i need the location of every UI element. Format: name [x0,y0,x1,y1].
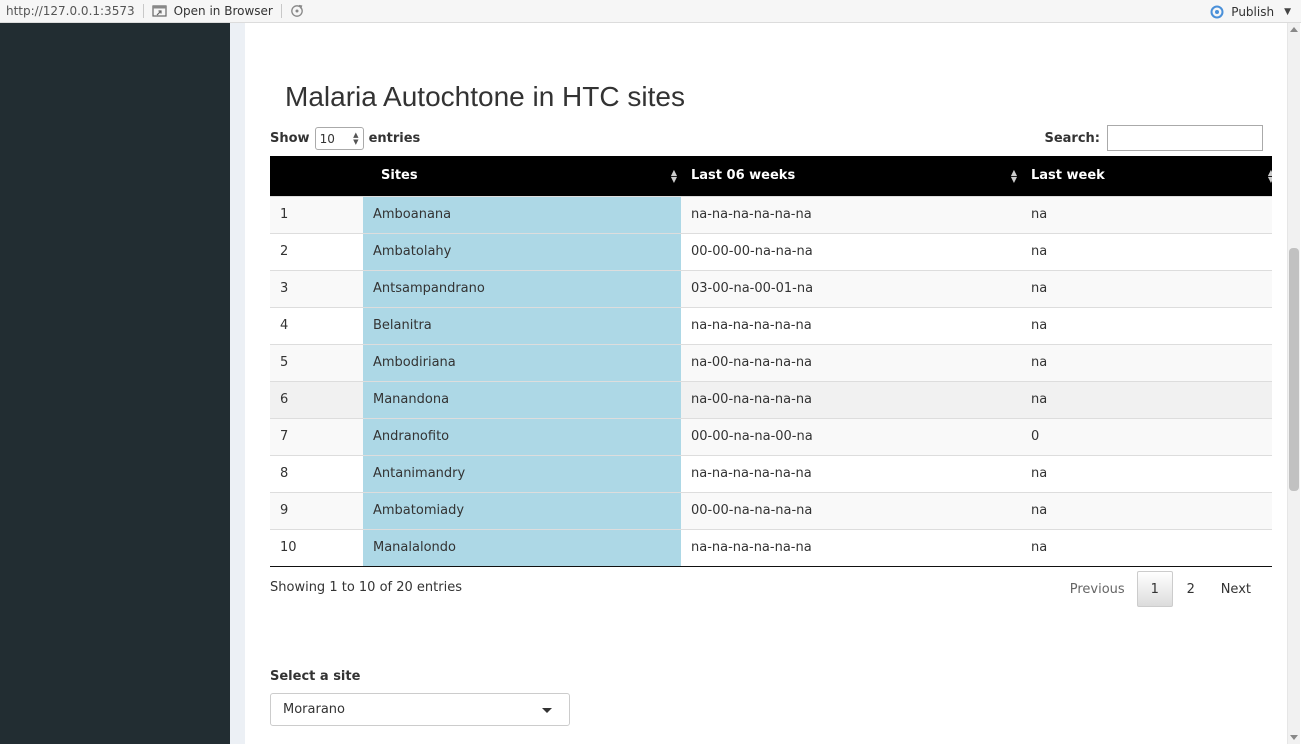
last-06-weeks-cell: 00-00-na-na-na-na [681,491,1021,529]
scrollbar-thumb[interactable] [1289,248,1299,491]
site-cell: Amboanana [363,195,681,233]
last-06-weeks-cell: na-na-na-na-na-na [681,454,1021,492]
publish-icon [1209,5,1225,19]
open-in-browser-label: Open in Browser [173,4,273,18]
open-in-browser-button[interactable]: Open in Browser [152,4,273,18]
row-index: 5 [270,343,363,381]
table-row[interactable]: 3 Antsampandrano 03-00-na-00-01-na na [270,269,1278,307]
page-2-button[interactable]: 2 [1173,571,1209,607]
last-week-cell: na [1021,306,1278,344]
last-week-cell: na [1021,343,1278,381]
url-text: http://127.0.0.1:3573 [6,4,135,18]
search-label: Search: [1044,130,1100,146]
toolbar-divider [142,4,144,18]
toolbar-divider [280,4,282,18]
refresh-button[interactable] [290,4,304,18]
viewer-toolbar: http://127.0.0.1:3573 Open in Browser Pu… [0,0,1301,23]
table-info: Showing 1 to 10 of 20 entries [270,580,462,595]
sort-icon: ▲ ▼ [670,168,677,184]
last-06-weeks-cell: 00-00-na-na-00-na [681,417,1021,455]
page-length-select[interactable]: 10 ▲ ▼ [314,127,364,150]
table-row[interactable]: 10 Manalalondo na-na-na-na-na-na na [270,528,1278,567]
page-1-button[interactable]: 1 [1136,571,1173,607]
table-header-row: Sites ▲ ▼ Last 06 weeks ▲ ▼ Last week ▲ ▼ [270,156,1278,196]
row-index: 3 [270,269,363,307]
site-cell: Manalalondo [363,528,681,567]
page-length-value: 10 [319,131,335,146]
last-week-cell: na [1021,380,1278,418]
table-row[interactable]: 9 Ambatomiady 00-00-na-na-na-na na [270,491,1278,529]
column-header-sites[interactable]: Sites ▲ ▼ [363,156,681,196]
last-06-weeks-cell: 00-00-00-na-na-na [681,232,1021,270]
page-length-control: Show 10 ▲ ▼ entries [270,127,420,150]
chevron-down-icon[interactable]: ▼ [1284,7,1291,17]
row-index: 9 [270,491,363,529]
table-row[interactable]: 1 Amboanana na-na-na-na-na-na na [270,195,1278,233]
row-index: 8 [270,454,363,492]
page-scrollbar-area [1272,23,1301,744]
last-week-cell: na [1021,528,1278,567]
page-title: Malaria Autochtone in HTC sites [285,81,685,112]
scroll-up-icon[interactable] [1290,27,1298,32]
table-row[interactable]: 7 Andranofito 00-00-na-na-00-na 0 [270,417,1278,455]
last-week-cell: na [1021,232,1278,270]
site-cell: Ambodiriana [363,343,681,381]
search-input[interactable] [1107,125,1263,151]
row-index: 4 [270,306,363,344]
sidebar [0,23,230,744]
row-index: 10 [270,528,363,567]
last-06-weeks-cell: na-na-na-na-na-na [681,306,1021,344]
last-06-weeks-cell: na-00-na-na-na-na [681,380,1021,418]
site-select[interactable]: Morarano [270,693,570,726]
refresh-icon [290,4,304,18]
entries-label: entries [368,131,421,146]
site-cell: Andranofito [363,417,681,455]
data-table: Sites ▲ ▼ Last 06 weeks ▲ ▼ Last week ▲ ▼ 1 Amb… [270,156,1278,567]
site-cell: Manandona [363,380,681,418]
row-index: 7 [270,417,363,455]
previous-page-button[interactable]: Previous [1058,571,1137,607]
row-index: 2 [270,232,363,270]
last-week-cell: na [1021,491,1278,529]
column-header-last-06-weeks[interactable]: Last 06 weeks ▲ ▼ [681,156,1021,196]
site-select-label: Select a site [270,669,361,684]
publish-label: Publish [1231,4,1275,19]
scroll-down-icon[interactable] [1290,735,1298,740]
spinner-icon: ▲ ▼ [353,131,359,146]
last-week-cell: na [1021,454,1278,492]
row-index: 6 [270,380,363,418]
last-06-weeks-cell: na-na-na-na-na-na [681,528,1021,567]
sort-icon: ▲ ▼ [1010,168,1017,184]
table-row[interactable]: 6 Manandona na-00-na-na-na-na na [270,380,1278,418]
scrollbar[interactable] [1287,23,1300,744]
table-row[interactable]: 5 Ambodiriana na-00-na-na-na-na na [270,343,1278,381]
table-row[interactable]: 4 Belanitra na-na-na-na-na-na na [270,306,1278,344]
last-06-weeks-cell: 03-00-na-00-01-na [681,269,1021,307]
table-row[interactable]: 8 Antanimandry na-na-na-na-na-na na [270,454,1278,492]
open-in-browser-icon [152,4,168,18]
next-page-button[interactable]: Next [1209,571,1263,607]
column-header-last-week[interactable]: Last week ▲ ▼ [1021,156,1278,196]
publish-button[interactable]: Publish ▼ [1209,0,1291,23]
last-06-weeks-cell: na-na-na-na-na-na [681,195,1021,233]
dropdown-caret-icon [542,708,552,713]
table-row[interactable]: 2 Ambatolahy 00-00-00-na-na-na na [270,232,1278,270]
site-cell: Ambatomiady [363,491,681,529]
main-content: Malaria Autochtone in HTC sites Show 10 … [230,23,1278,744]
last-week-cell: 0 [1021,417,1278,455]
site-select-value: Morarano [283,702,345,717]
pagination: Previous 1 2 Next [1058,571,1263,607]
content-box: Malaria Autochtone in HTC sites Show 10 … [245,23,1278,744]
show-label: Show [270,131,310,146]
last-week-cell: na [1021,195,1278,233]
search-control: Search: [1044,125,1263,151]
site-cell: Antanimandry [363,454,681,492]
column-header-index [270,156,363,196]
site-cell: Antsampandrano [363,269,681,307]
site-cell: Ambatolahy [363,232,681,270]
site-cell: Belanitra [363,306,681,344]
row-index: 1 [270,195,363,233]
last-06-weeks-cell: na-00-na-na-na-na [681,343,1021,381]
last-week-cell: na [1021,269,1278,307]
